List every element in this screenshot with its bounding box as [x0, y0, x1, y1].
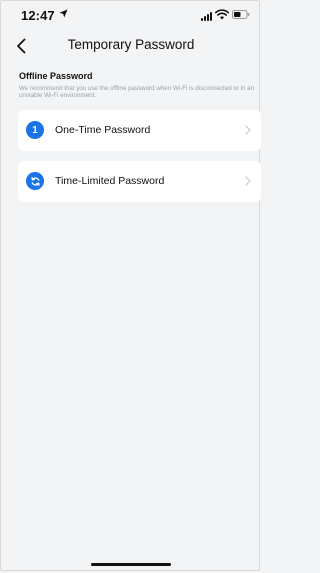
wifi-icon: [215, 9, 229, 20]
badge-number: 1: [32, 124, 38, 136]
one-time-icon: 1: [26, 121, 44, 139]
navigation-bar: Temporary Password: [0, 34, 262, 58]
status-time: 12:47: [21, 8, 55, 23]
cellular-signal-icon: [201, 12, 212, 21]
battery-icon: [232, 10, 250, 19]
one-time-password-item[interactable]: 1 One-Time Password: [18, 110, 261, 151]
home-indicator[interactable]: [91, 563, 171, 566]
section-description: We recommend that you use the offline pa…: [19, 85, 255, 100]
chevron-right-icon: [245, 176, 251, 186]
location-arrow-icon: [59, 9, 68, 18]
option-label: Time-Limited Password: [55, 175, 165, 187]
refresh-icon: [26, 172, 44, 190]
option-label: One-Time Password: [55, 124, 151, 136]
time-limited-password-item[interactable]: Time-Limited Password: [18, 161, 261, 202]
section-title: Offline Password: [19, 71, 93, 81]
page-title: Temporary Password: [67, 37, 195, 52]
chevron-right-icon: [245, 125, 251, 135]
status-bar: 12:47: [0, 0, 262, 30]
